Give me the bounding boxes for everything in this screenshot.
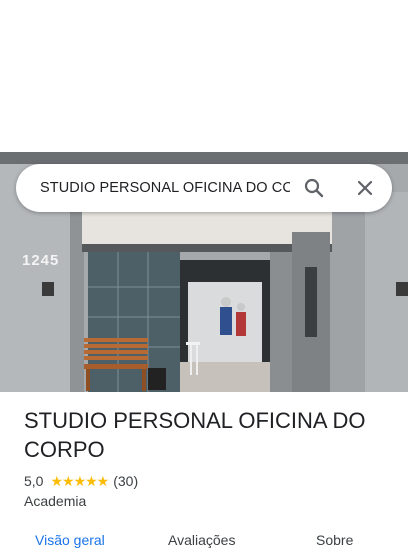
rating-value: 5,0 xyxy=(24,473,44,489)
tab-reviews[interactable]: Avaliações xyxy=(168,532,235,548)
star-rating-icon: ★★★★★ xyxy=(50,472,109,489)
tab-overview[interactable]: Visão geral xyxy=(35,532,105,548)
house-number: 1245 xyxy=(22,252,59,269)
search-bar[interactable]: STUDIO PERSONAL OFICINA DO CC xyxy=(16,164,392,212)
place-title: STUDIO PERSONAL OFICINA DO CORPO xyxy=(24,408,366,462)
place-category[interactable]: Academia xyxy=(24,493,86,509)
reviews-count[interactable]: (30) xyxy=(113,473,138,489)
tab-about[interactable]: Sobre xyxy=(316,532,353,548)
tab-bar: Visão geral Avaliações Sobre xyxy=(0,528,408,558)
close-icon[interactable] xyxy=(353,176,377,200)
search-icon[interactable] xyxy=(302,176,326,200)
rating-row[interactable]: 5,0 ★★★★★ (30) xyxy=(24,472,138,490)
search-query[interactable]: STUDIO PERSONAL OFICINA DO CC xyxy=(40,164,290,212)
